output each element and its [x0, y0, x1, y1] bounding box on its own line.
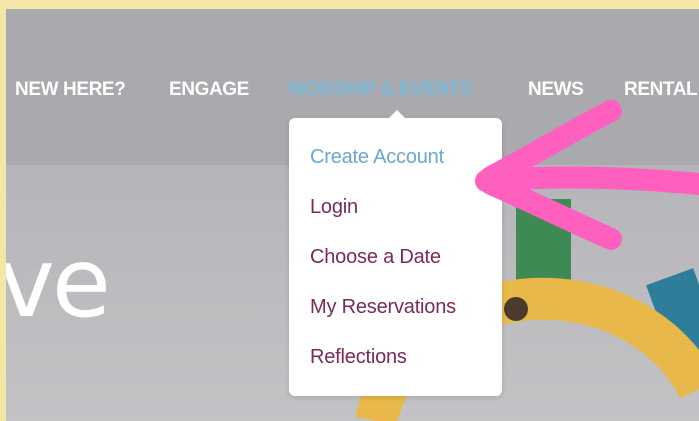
- page-screenshot: ve NEW HERE? ENGAGE WORSHIP & EVENTS NEW…: [6, 9, 699, 421]
- annotation-arrow-icon: [475, 100, 699, 250]
